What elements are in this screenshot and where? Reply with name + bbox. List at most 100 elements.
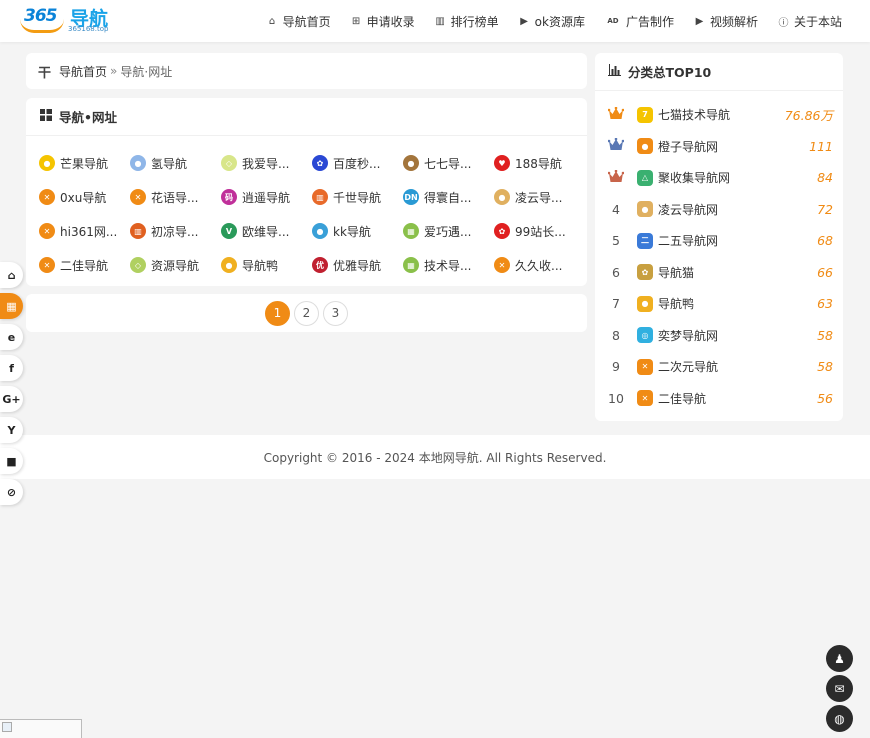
link-item[interactable]: ● 导航鸭 (221, 248, 312, 282)
link-item[interactable]: ✕ 久久收... (494, 248, 585, 282)
site-favicon-icon: ● (221, 257, 237, 273)
link-item[interactable]: ✕ hi361网... (39, 214, 130, 248)
rank-row[interactable]: 9 ✕ 二次元导航 58 (605, 351, 833, 383)
link-item[interactable]: ● 芒果导航 (39, 146, 130, 180)
link-item[interactable]: ● 凌云导... (494, 180, 585, 214)
top10-panel: 分类总TOP10 7 七猫技术导航 76.86万 ● 橙子导航网 111 △ 聚收集导航网 84… (595, 53, 843, 421)
windows-icon[interactable]: ▦ (0, 293, 23, 319)
rank-value: 63 (817, 296, 833, 312)
sign-icon: 干 (38, 65, 52, 81)
site-footer: Copyright © 2016 - 2024 本地网导航. All Right… (0, 435, 870, 479)
rank-row[interactable]: ● 橙子导航网 111 (605, 131, 833, 163)
link-item[interactable]: V 欧维导... (221, 214, 312, 248)
y-square-icon[interactable]: Y (0, 417, 23, 443)
links-panel: 导航•网址 ● 芒果导航 ● 氢导航 ◇ 我爱导... ✿ 百度秒... ● 七七导... ♥ 188… (26, 98, 587, 286)
link-item[interactable]: ▥ 千世导航 (312, 180, 403, 214)
facebook-icon[interactable]: f (0, 355, 23, 381)
nav-item[interactable]: ▶ 视频解析 (694, 13, 758, 30)
rank-name: 二次元导航 (658, 360, 719, 375)
nav-item-label: 关于本站 (793, 14, 842, 29)
nav-item[interactable]: ⌂ 导航首页 (267, 13, 331, 30)
breadcrumb-home[interactable]: 导航首页 (59, 63, 107, 80)
nav-item[interactable]: ▶ ok资源库 (519, 13, 585, 30)
nav-item[interactable]: AD 广告制作 (605, 13, 674, 30)
nav-item[interactable]: ▥ 排行榜单 (435, 13, 498, 30)
site-favicon-icon: ● (403, 155, 419, 171)
site-favicon-icon: ◎ (637, 327, 653, 344)
rank-value: 68 (817, 233, 833, 249)
link-item-label: 得寰自... (424, 190, 472, 205)
rank-value: 58 (817, 359, 833, 375)
link-item-label: 久久收... (515, 258, 563, 273)
site-favicon-icon: ✕ (494, 257, 510, 273)
link-item[interactable]: ✕ 0xu导航 (39, 180, 130, 214)
wechat-icon[interactable]: ◍ (826, 705, 853, 732)
link-item[interactable]: ♥ 188导航 (494, 146, 585, 180)
rank-row[interactable]: 6 ✿ 导航猫 66 (605, 257, 833, 289)
site-favicon-icon: 二 (637, 232, 653, 249)
play-square-icon: ▶ (695, 15, 704, 27)
site-favicon-icon: ◇ (130, 257, 146, 273)
copyright-text: Copyright © 2016 - 2024 本地网导航. All Right… (263, 450, 607, 465)
link-item-label: 欧维导... (242, 224, 290, 239)
mail-icon[interactable]: ✉ (826, 675, 853, 702)
rank-row[interactable]: 8 ◎ 奕梦导航网 58 (605, 320, 833, 352)
page-button[interactable]: 2 (294, 300, 319, 326)
link-item-label: 我爱导... (242, 156, 290, 171)
ie-icon[interactable]: e (0, 324, 23, 350)
link-item[interactable]: ✿ 99站长... (494, 214, 585, 248)
link-item-label: 芒果导航 (60, 156, 109, 171)
rank-name: 橙子导航网 (658, 139, 719, 154)
top10-list: 7 七猫技术导航 76.86万 ● 橙子导航网 111 △ 聚收集导航网 84 4 ● 凌云导航网 72… (605, 99, 833, 414)
link-item[interactable]: DN 得寰自... (403, 180, 494, 214)
link-item[interactable]: ▦ 爱巧遇... (403, 214, 494, 248)
rank-row[interactable]: 4 ● 凌云导航网 72 (605, 194, 833, 226)
rank-row[interactable]: △ 聚收集导航网 84 (605, 162, 833, 194)
nav-item[interactable]: ⊞ 申请收录 (351, 13, 415, 30)
link-item[interactable]: ✕ 二佳导航 (39, 248, 130, 282)
site-logo[interactable]: 365 导航 365168.top (18, 5, 128, 35)
link-item[interactable]: ✿ 百度秒... (312, 146, 403, 180)
link-item-label: 爱巧遇... (424, 224, 472, 239)
rank-number: 4 (612, 201, 620, 217)
rank-number: 8 (612, 327, 620, 343)
nav-item[interactable]: ⓘ 关于本站 (778, 13, 842, 30)
crown-icon (605, 106, 627, 123)
rank-row[interactable]: 7 ● 导航鸭 63 (605, 288, 833, 320)
site-favicon-icon: 优 (312, 257, 328, 273)
link-item[interactable]: ● 氢导航 (130, 146, 221, 180)
site-favicon-icon: ● (130, 155, 146, 171)
link-item[interactable]: 码逍遥导航 (221, 180, 312, 214)
link-item-label: 千世导航 (333, 190, 382, 205)
page-button[interactable]: 1 (265, 300, 290, 326)
pagination: 123 (26, 294, 587, 332)
link-item[interactable]: ▥ 初凉导... (130, 214, 221, 248)
rank-row[interactable]: 5 二二五导航网 68 (605, 225, 833, 257)
site-favicon-icon: 7 (637, 106, 653, 123)
rank-value: 76.86万 (784, 108, 833, 124)
link-item[interactable]: ◇ 我爱导... (221, 146, 312, 180)
link-item-label: 导航鸭 (242, 258, 279, 273)
rank-name: 七猫技术导航 (658, 108, 731, 123)
rank-row[interactable]: 10 ✕ 二佳导航 56 (605, 383, 833, 415)
link-item[interactable]: ◇ 资源导航 (130, 248, 221, 282)
google-plus-icon[interactable]: G+ (0, 386, 23, 412)
home-icon[interactable]: ⌂ (0, 262, 23, 288)
broken-image (0, 719, 82, 738)
site-favicon-icon: ▥ (130, 223, 146, 239)
breadcrumb-separator: » (110, 64, 118, 78)
rank-row[interactable]: 7 七猫技术导航 76.86万 (605, 99, 833, 131)
rank-name: 凌云导航网 (658, 202, 719, 217)
link-item[interactable]: ● kk导航 (312, 214, 403, 248)
qq-icon[interactable]: ♟ (826, 645, 853, 672)
link-item[interactable]: ● 七七导... (403, 146, 494, 180)
site-favicon-icon: ● (494, 189, 510, 205)
link-item[interactable]: ▦ 技术导... (403, 248, 494, 282)
link-item[interactable]: 优优雅导航 (312, 248, 403, 282)
paperclip-icon[interactable]: ⊘ (0, 479, 23, 505)
video-camera-icon[interactable]: ■ (0, 448, 23, 474)
site-favicon-icon: ✿ (637, 264, 653, 281)
site-favicon-icon: ✿ (312, 155, 328, 171)
link-item[interactable]: ✕ 花语导... (130, 180, 221, 214)
page-button[interactable]: 3 (323, 300, 348, 326)
